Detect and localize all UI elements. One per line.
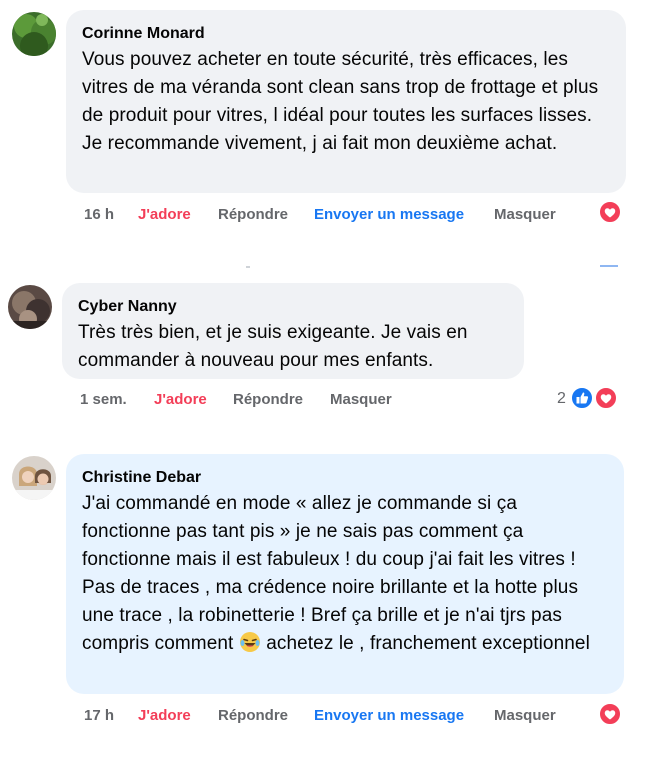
comment-text: J'ai commandé en mode « allez je command… xyxy=(82,490,608,658)
divider xyxy=(246,266,250,268)
send-message-button[interactable]: Envoyer un message xyxy=(314,206,464,223)
comment-actions: 1 sem. J'adore Répondre Masquer xyxy=(80,391,500,411)
love-icon[interactable] xyxy=(594,386,618,410)
laughing-emoji-icon xyxy=(239,631,261,653)
comment-time[interactable]: 16 h xyxy=(84,206,114,223)
jadore-button[interactable]: J'adore xyxy=(138,707,191,724)
comment-author[interactable]: Cyber Nanny xyxy=(78,297,508,317)
comment-actions: 17 h J'adore Répondre Envoyer un message… xyxy=(84,707,584,727)
avatar[interactable] xyxy=(12,456,56,500)
comment-time[interactable]: 17 h xyxy=(84,707,114,724)
comment-time[interactable]: 1 sem. xyxy=(80,391,127,408)
love-icon[interactable] xyxy=(598,200,622,224)
comment-bubble: Christine Debar J'ai commandé en mode « … xyxy=(66,454,624,694)
reply-button[interactable]: Répondre xyxy=(218,206,288,223)
send-message-button[interactable]: Envoyer un message xyxy=(314,707,464,724)
comment-text-part: J'ai commandé en mode « allez je command… xyxy=(82,493,579,654)
avatar[interactable] xyxy=(12,12,56,56)
comment-bubble: Cyber Nanny Très très bien, et je suis e… xyxy=(62,283,524,379)
hide-button[interactable]: Masquer xyxy=(494,206,556,223)
reaction-count[interactable]: 2 xyxy=(557,390,566,408)
comment-author[interactable]: Corinne Monard xyxy=(82,24,610,44)
hide-button[interactable]: Masquer xyxy=(330,391,392,408)
like-icon[interactable] xyxy=(570,386,594,410)
comment-text: Vous pouvez acheter en toute sécurité, t… xyxy=(82,49,599,154)
hide-button[interactable]: Masquer xyxy=(494,707,556,724)
comment-text-part: achetez le , franchement exceptionnel xyxy=(260,633,590,654)
comment-author[interactable]: Christine Debar xyxy=(82,468,608,488)
reply-button[interactable]: Répondre xyxy=(233,391,303,408)
reply-button[interactable]: Répondre xyxy=(218,707,288,724)
comment-text: Très très bien, et je suis exigeante. Je… xyxy=(78,322,468,371)
jadore-button[interactable]: J'adore xyxy=(138,206,191,223)
comment-bubble: Corinne Monard Vous pouvez acheter en to… xyxy=(66,10,626,193)
love-icon[interactable] xyxy=(598,702,622,726)
avatar[interactable] xyxy=(8,285,52,329)
comment-actions: 16 h J'adore Répondre Envoyer un message… xyxy=(84,206,584,226)
divider xyxy=(600,265,618,267)
jadore-button[interactable]: J'adore xyxy=(154,391,207,408)
